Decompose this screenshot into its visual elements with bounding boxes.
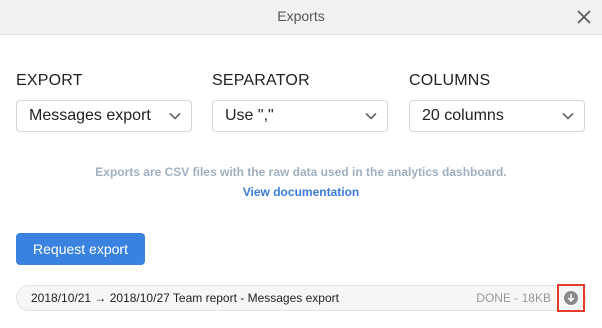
download-icon bbox=[564, 291, 578, 305]
separator-select-value: Use "," bbox=[225, 107, 274, 124]
close-icon bbox=[577, 10, 591, 24]
separator-label: SEPARATOR bbox=[212, 72, 310, 89]
title-bar: Exports bbox=[0, 0, 602, 35]
chevron-down-icon bbox=[562, 112, 574, 120]
info-text: Exports are CSV files with the raw data … bbox=[95, 165, 507, 179]
export-list-item: 2018/10/21 → 2018/10/27 Team report - Me… bbox=[16, 285, 586, 311]
export-select-value: Messages export bbox=[29, 107, 151, 124]
columns-group: COLUMNS 20 columns bbox=[409, 72, 585, 132]
export-label: EXPORT bbox=[16, 72, 83, 89]
export-select[interactable]: Messages export bbox=[16, 100, 192, 132]
columns-label: COLUMNS bbox=[409, 72, 491, 89]
columns-select[interactable]: 20 columns bbox=[409, 100, 585, 132]
columns-select-value: 20 columns bbox=[422, 107, 504, 124]
window-title: Exports bbox=[277, 8, 325, 24]
chevron-down-icon bbox=[169, 112, 181, 120]
close-button[interactable] bbox=[574, 7, 594, 27]
request-export-button[interactable]: Request export bbox=[16, 233, 145, 265]
download-button[interactable] bbox=[557, 284, 585, 312]
view-documentation-link[interactable]: View documentation bbox=[0, 185, 602, 199]
export-item-status: DONE - 18KB bbox=[476, 291, 551, 305]
export-group: EXPORT Messages export bbox=[16, 72, 192, 132]
export-item-name: 2018/10/21 → 2018/10/27 Team report - Me… bbox=[31, 291, 339, 305]
chevron-down-icon bbox=[365, 112, 377, 120]
separator-select[interactable]: Use "," bbox=[212, 100, 388, 132]
separator-group: SEPARATOR Use "," bbox=[212, 72, 388, 132]
